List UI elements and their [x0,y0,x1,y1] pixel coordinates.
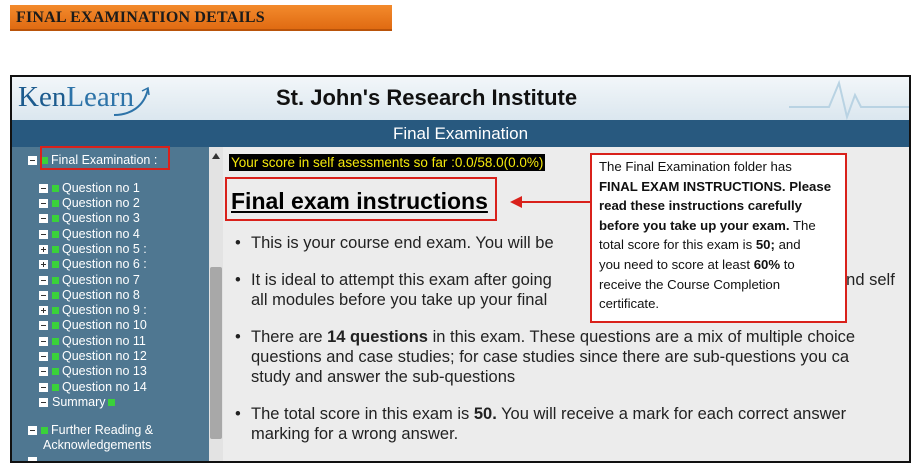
completion-marker-icon [52,384,59,391]
collapse-icon[interactable] [39,291,48,300]
list-item: There are 14 questions in this exam. The… [235,327,909,387]
tree-item-question-1[interactable]: Question no 1 [39,181,140,195]
tree-item-further-reading[interactable]: Further Reading & [28,423,153,437]
tree-item-question-6[interactable]: Question no 6 : [39,257,147,271]
heartbeat-decoration-icon [789,79,909,120]
tree-item-label: Question no 14 [62,380,147,394]
tree-item-question-2[interactable]: Question no 2 [39,196,140,210]
collapse-icon[interactable] [39,337,48,346]
tree-item-label: Question no 2 [62,196,140,210]
completion-marker-icon [41,427,48,434]
completion-marker-icon [52,307,59,314]
collapse-icon[interactable] [28,426,37,435]
sidebar-scrollbar[interactable] [209,147,223,461]
page-title: Final Examination [392,124,529,143]
completion-marker-icon [52,246,59,253]
tree-item-label: Question no 8 [62,288,140,302]
completion-marker-icon [108,399,116,406]
completion-marker-icon [52,200,59,207]
tree-item-label: Question no 1 [62,181,140,195]
app-header: KenLearn St. John's Research Institute [12,77,909,120]
tree-item-label: Question no 5 : [62,242,147,256]
collapse-icon[interactable] [39,352,48,361]
collapse-icon[interactable] [39,276,48,285]
collapse-icon[interactable] [39,398,48,407]
collapse-icon[interactable] [39,230,48,239]
logo-swoosh-icon [113,86,150,116]
completion-marker-icon [52,368,59,375]
tree-item-question-11[interactable]: Question no 11 [39,334,146,348]
completion-marker-icon [52,215,59,222]
tree-item-label: Question no 11 [62,334,146,348]
collapse-icon[interactable] [39,367,48,376]
tree-item-label: Question no 7 [62,273,140,287]
tree-item-question-7[interactable]: Question no 7 [39,273,140,287]
arrow-left-icon [510,196,592,208]
tree-item-label: Question no 12 [62,349,147,363]
completion-marker-icon [52,292,59,299]
tree-item-further-reading-line2[interactable]: Acknowledgements [43,438,151,452]
tree-item-label: Question no 4 [62,227,140,241]
tree-item-label: Summary [52,395,106,409]
completion-marker-icon [52,261,59,268]
completion-marker-icon [52,338,59,345]
annotation-callout: The Final Examination folder has FINAL E… [590,153,847,323]
completion-marker-icon [52,322,59,329]
tree-item-label: Question no 13 [62,364,147,378]
institute-name: St. John's Research Institute [276,85,578,110]
tree-item-next[interactable] [28,454,41,461]
tree-item-question-8[interactable]: Question no 8 [39,288,140,302]
tree-item-question-10[interactable]: Question no 10 [39,318,147,332]
collapse-icon[interactable] [39,383,48,392]
tree-item-label: Acknowledgements [43,438,152,452]
expand-icon[interactable] [39,260,48,269]
course-tree-sidebar: Final Examination : Question no 1 Questi… [12,147,209,461]
collapse-icon[interactable] [39,184,48,193]
tree-item-label: Question no 3 [62,211,140,225]
completion-marker-icon [52,353,59,360]
highlight-box-heading [225,177,497,221]
completion-marker-icon [52,185,59,192]
self-assessment-score: Your score in self asessments so far :0.… [229,154,546,171]
list-item: The total score in this exam is 50. You … [235,404,909,444]
tree-item-question-14[interactable]: Question no 14 [39,380,147,394]
collapse-icon[interactable] [28,457,37,461]
tree-item-label: Question no 6 : [62,257,147,271]
section-banner: FINAL EXAMINATION DETAILS [10,5,392,31]
highlight-box-tree-root [40,146,170,170]
tree-item-question-3[interactable]: Question no 3 [39,211,140,225]
collapse-icon[interactable] [39,214,48,223]
tree-item-label: Further Reading & [51,423,154,437]
collapse-icon[interactable] [39,199,48,208]
banner-title: FINAL EXAMINATION DETAILS [16,9,265,26]
expand-icon[interactable] [39,306,48,315]
expand-icon[interactable] [39,245,48,254]
tree-item-question-5[interactable]: Question no 5 : [39,242,147,256]
tree-item-question-9[interactable]: Question no 9 : [39,303,147,317]
tree-item-question-4[interactable]: Question no 4 [39,227,140,241]
tree-item-question-12[interactable]: Question no 12 [39,349,147,363]
page-title-bar: Final Examination [12,120,909,147]
completion-marker-icon [52,277,59,284]
tree-item-summary[interactable]: Summary [39,395,116,409]
completion-marker-icon [52,231,59,238]
collapse-icon[interactable] [39,321,48,330]
collapse-icon[interactable] [28,156,37,165]
tree-item-question-13[interactable]: Question no 13 [39,364,147,378]
scrollbar-thumb[interactable] [210,267,222,439]
tree-item-label: Question no 10 [62,318,147,332]
tree-item-label: Question no 9 : [62,303,147,317]
scroll-up-arrow-icon[interactable] [212,153,220,159]
